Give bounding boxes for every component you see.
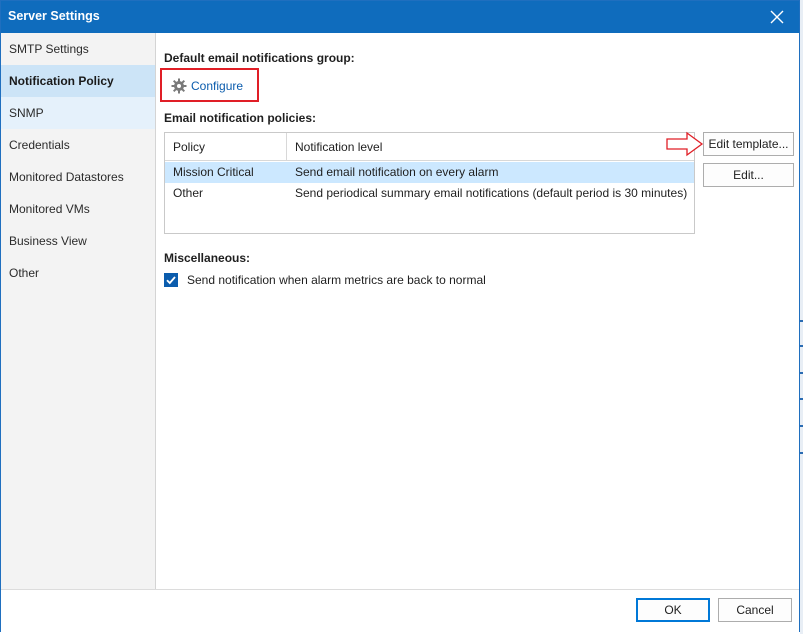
ok-button[interactable]: OK [636, 598, 710, 622]
default-group-label: Default email notifications group: [164, 51, 355, 65]
cancel-button[interactable]: Cancel [718, 598, 792, 622]
sidebar-item-notification-policy[interactable]: Notification Policy [1, 65, 155, 97]
configure-link-label: Configure [191, 79, 244, 93]
sidebar: SMTP Settings Notification Policy SNMP C… [1, 33, 156, 589]
arrow-right-icon [666, 131, 704, 157]
sidebar-item-monitored-datastores[interactable]: Monitored Datastores [1, 161, 155, 193]
close-button[interactable] [767, 7, 787, 27]
sidebar-item-label: Business View [9, 234, 87, 248]
sidebar-item-label: SNMP [9, 106, 44, 120]
table-row[interactable]: Other Send periodical summary email noti… [165, 183, 694, 204]
close-icon [770, 10, 784, 24]
sidebar-item-credentials[interactable]: Credentials [1, 129, 155, 161]
server-settings-dialog: Server Settings SMTP Settings Notificati… [0, 0, 800, 632]
sidebar-item-label: Notification Policy [9, 74, 114, 88]
gear-icon [171, 78, 187, 94]
edit-template-button[interactable]: Edit template... [703, 132, 794, 156]
sidebar-item-monitored-vms[interactable]: Monitored VMs [1, 193, 155, 225]
sidebar-item-other[interactable]: Other [1, 257, 155, 289]
sidebar-item-label: Monitored Datastores [9, 170, 124, 184]
sidebar-item-business-view[interactable]: Business View [1, 225, 155, 257]
sidebar-item-label: Monitored VMs [9, 202, 90, 216]
title-bar: Server Settings [1, 1, 799, 33]
table-row[interactable]: Mission Critical Send email notification… [165, 162, 694, 183]
level-cell: Send periodical summary email notificati… [295, 186, 688, 200]
content-panel: Default email notifications group: Confi… [156, 33, 799, 589]
configure-link[interactable]: Configure [171, 77, 243, 95]
policy-cell: Other [173, 186, 204, 200]
misc-label: Miscellaneous: [164, 251, 251, 265]
column-header-notification-level[interactable]: Notification level [287, 133, 687, 161]
sidebar-item-snmp[interactable]: SNMP [1, 97, 155, 129]
sidebar-item-label: SMTP Settings [9, 42, 89, 56]
policy-cell: Mission Critical [173, 165, 254, 179]
sidebar-item-label: Credentials [9, 138, 70, 152]
policies-table: Policy Notification level Mission Critic… [164, 132, 695, 234]
back-to-normal-checkbox[interactable] [164, 273, 178, 287]
table-header: Policy Notification level [165, 133, 694, 161]
level-cell: Send email notification on every alarm [295, 165, 499, 179]
checkmark-icon [166, 276, 176, 285]
back-to-normal-option: Send notification when alarm metrics are… [164, 272, 486, 288]
highlight-box: Configure [160, 68, 259, 102]
window-title: Server Settings [8, 9, 100, 23]
edit-button[interactable]: Edit... [703, 163, 794, 187]
checkbox-label: Send notification when alarm metrics are… [187, 273, 486, 287]
sidebar-item-smtp-settings[interactable]: SMTP Settings [1, 33, 155, 65]
policies-label: Email notification policies: [164, 111, 317, 125]
sidebar-item-label: Other [9, 266, 40, 280]
dialog-footer: OK Cancel [1, 589, 799, 632]
column-header-policy[interactable]: Policy [165, 133, 287, 161]
